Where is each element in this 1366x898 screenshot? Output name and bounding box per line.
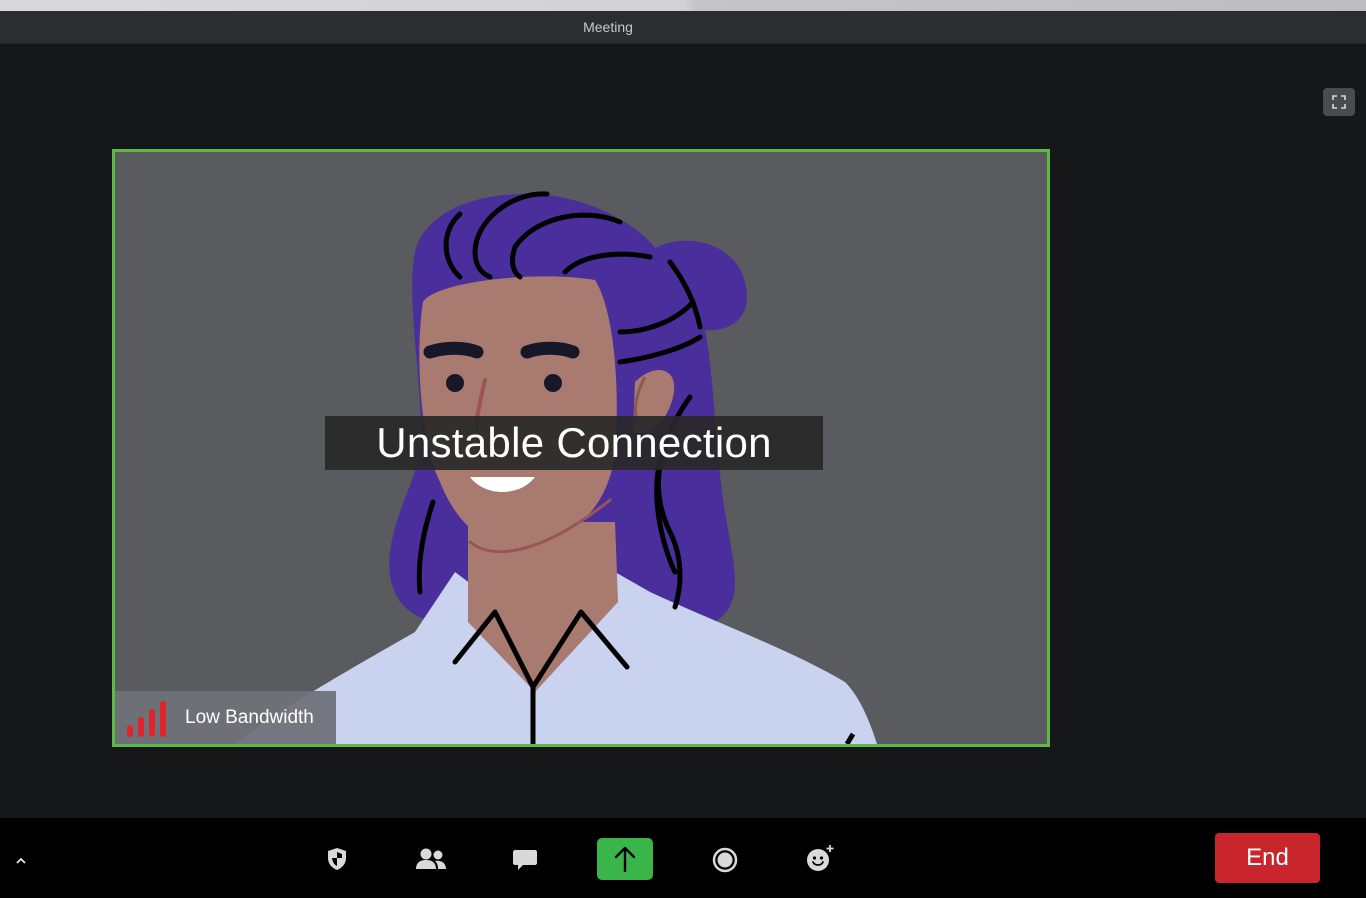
chat-button[interactable] [510, 845, 540, 875]
signal-bar [149, 708, 155, 737]
signal-bar [127, 724, 133, 737]
unstable-connection-message: Unstable Connection [325, 416, 823, 470]
security-shield-icon [328, 848, 346, 870]
signal-bar [160, 700, 166, 737]
bandwidth-indicator: Low Bandwidth [115, 691, 336, 744]
window-title: Meeting [583, 19, 633, 35]
reactions-icon [807, 845, 834, 871]
participants-icon [416, 848, 446, 869]
security-button[interactable] [322, 844, 352, 874]
reactions-button[interactable] [804, 842, 836, 874]
share-screen-arrow-icon [614, 846, 636, 873]
signal-bars-icon [127, 699, 171, 737]
participants-button[interactable] [413, 844, 449, 874]
chat-icon [513, 850, 537, 870]
record-button[interactable] [710, 845, 740, 875]
end-meeting-button[interactable]: End [1215, 833, 1320, 883]
share-screen-button[interactable] [597, 838, 653, 880]
bandwidth-label: Low Bandwidth [185, 706, 314, 728]
chevron-up-icon [16, 857, 26, 864]
fullscreen-button[interactable] [1323, 88, 1355, 116]
window-titlebar: Meeting [0, 11, 1366, 44]
participant-video-tile: Unstable Connection Low Bandwidth [112, 149, 1050, 747]
record-icon [712, 847, 738, 873]
window-top-strip [0, 0, 1366, 11]
expand-toolbar-button[interactable] [8, 850, 34, 872]
fullscreen-icon [1332, 95, 1346, 109]
signal-bar [138, 716, 144, 737]
meeting-toolbar: End [0, 818, 1366, 898]
